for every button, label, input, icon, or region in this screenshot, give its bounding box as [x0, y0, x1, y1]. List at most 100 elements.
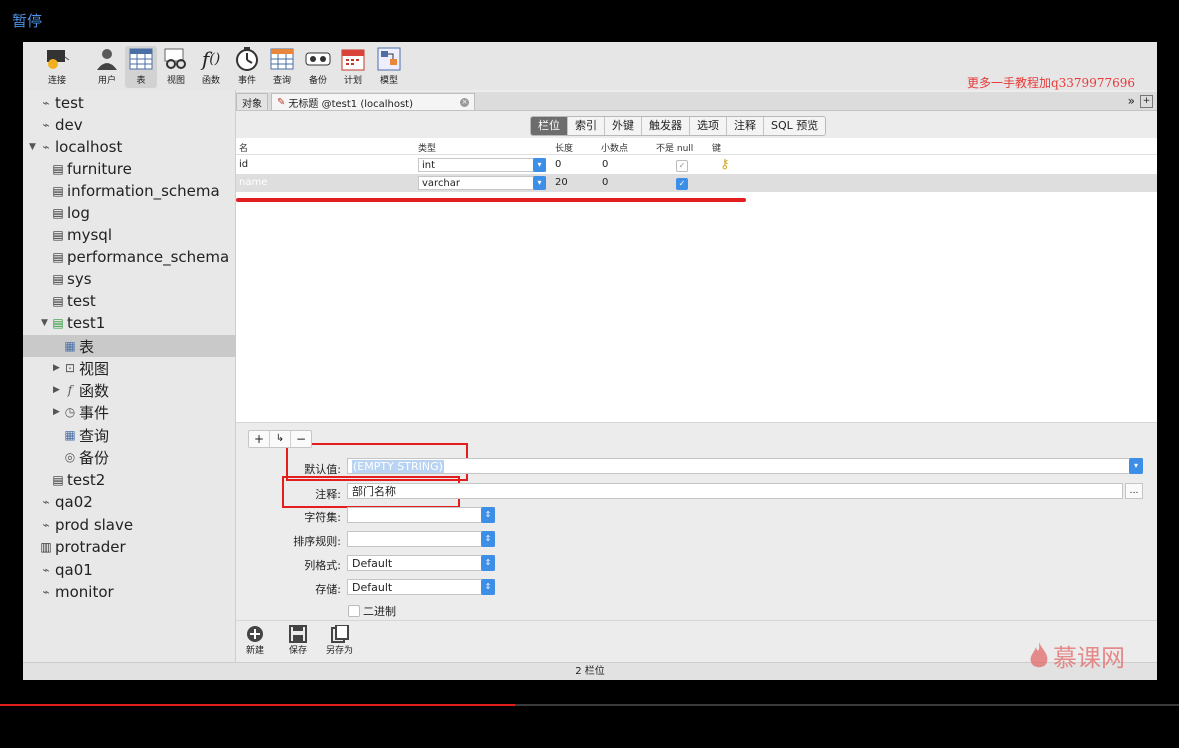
column-header-length[interactable]: 长度: [555, 141, 573, 154]
toolbar-model-button[interactable]: 模型: [373, 46, 405, 88]
sidebar-item-protrader[interactable]: ▥ protrader: [23, 536, 251, 558]
sidebar-item-performance-schema[interactable]: ▤ performance_schema: [23, 246, 263, 268]
table-row[interactable]: id int ▾ 0 0 ✓ ⚷: [236, 156, 1157, 174]
column-header-decimals[interactable]: 小数点: [601, 141, 628, 154]
toolbar-table-button[interactable]: 表: [125, 46, 157, 88]
tab-foreign-keys[interactable]: 外键: [605, 117, 642, 135]
sidebar-item-qa01[interactable]: ⌁ qa01: [23, 559, 251, 581]
not-null-checkbox[interactable]: ✓: [676, 160, 688, 172]
save-as-button[interactable]: 另存为: [326, 625, 353, 656]
chevron-down-icon[interactable]: ▼: [41, 318, 51, 328]
new-button[interactable]: 新建: [246, 625, 264, 656]
database-icon: ▤: [52, 228, 64, 242]
toolbar-event-button[interactable]: 事件: [231, 46, 263, 88]
sidebar-item-information-schema[interactable]: ▤ information_schema: [23, 180, 263, 202]
sidebar-item-test2[interactable]: ▤ test2: [23, 469, 263, 491]
view-icon: ⊡: [64, 361, 76, 375]
toolbar-backup-button[interactable]: 备份: [302, 46, 334, 88]
event-icon: [234, 46, 260, 72]
sidebar-item-label: qa02: [55, 493, 93, 511]
field-type-select[interactable]: int ▾: [418, 158, 546, 172]
field-name[interactable]: name: [239, 177, 267, 188]
sidebar-item-label: 事件: [79, 403, 110, 422]
add-field-button[interactable]: +: [249, 431, 270, 447]
sidebar-item-prod-slave[interactable]: ⌁ prod slave: [23, 514, 251, 536]
storage-select[interactable]: Default ⇕: [347, 579, 495, 595]
field-decimals[interactable]: 0: [602, 159, 608, 170]
toolbar-connection-button[interactable]: 连接: [37, 46, 77, 88]
new-tab-icon[interactable]: +: [1140, 95, 1153, 108]
tab-bar: 对象 ✎ 无标题 @test1 (localhost) × » +: [236, 92, 1157, 111]
tab-fields[interactable]: 栏位: [531, 117, 568, 135]
toolbar-query-button[interactable]: 查询: [266, 46, 298, 88]
default-value-input[interactable]: (EMPTY STRING) ▾: [347, 458, 1143, 474]
tab-overflow-button[interactable]: »: [1128, 93, 1135, 109]
sidebar-item-mysql[interactable]: ▤ mysql: [23, 224, 263, 246]
sidebar-item-test1[interactable]: ▼ ▤ test1: [23, 312, 253, 334]
comment-label: 注释:: [315, 488, 341, 501]
table-row[interactable]: name varchar ▾ 20 0 ✓: [236, 174, 1157, 192]
tab-triggers[interactable]: 触发器: [642, 117, 690, 135]
chevron-down-icon[interactable]: ▾: [1129, 458, 1143, 474]
sidebar-item-label: 表: [79, 337, 95, 356]
chevron-down-icon[interactable]: ▼: [29, 142, 39, 152]
field-type-select[interactable]: varchar ▾: [418, 176, 546, 190]
column-header-key[interactable]: 键: [712, 141, 721, 154]
toolbar-schedule-button[interactable]: 计划: [337, 46, 369, 88]
tab-untitled-table[interactable]: ✎ 无标题 @test1 (localhost) ×: [271, 93, 475, 110]
chevron-right-icon[interactable]: ▶: [53, 385, 63, 395]
sidebar-item-functions[interactable]: ▶ f 函数: [23, 379, 265, 401]
toolbar-label: 用户: [97, 76, 116, 86]
charset-select[interactable]: ⇕: [347, 507, 495, 523]
sidebar-item-log[interactable]: ▤ log: [23, 202, 263, 224]
sidebar-item-sys[interactable]: ▤ sys: [23, 268, 263, 290]
sidebar-item-dev[interactable]: ⌁ dev: [23, 114, 251, 136]
sidebar-item-events[interactable]: ▶ ◷ 事件: [23, 401, 265, 423]
sidebar-item-label: 视图: [79, 359, 110, 378]
binary-checkbox[interactable]: [348, 605, 360, 617]
tab-objects[interactable]: 对象: [236, 93, 268, 110]
insert-field-button[interactable]: ↳: [270, 431, 291, 447]
close-icon[interactable]: ×: [460, 97, 469, 107]
tab-comment[interactable]: 注释: [727, 117, 764, 135]
column-format-select[interactable]: Default ⇕: [347, 555, 495, 571]
toolbar-user-button[interactable]: 用户: [91, 46, 123, 88]
comment-input[interactable]: 部门名称: [347, 483, 1123, 499]
toolbar-function-button[interactable]: f() 函数: [195, 46, 227, 88]
chevron-right-icon[interactable]: ▶: [53, 363, 63, 373]
primary-key-icon[interactable]: ⚷: [720, 157, 730, 172]
column-header-name[interactable]: 名: [239, 141, 248, 154]
sidebar-item-label: furniture: [67, 160, 132, 178]
collation-select[interactable]: ⇕: [347, 531, 495, 547]
comment-value-text: 部门名称: [352, 485, 396, 498]
video-progress-bar[interactable]: [0, 704, 1179, 706]
sidebar-item-qa02[interactable]: ⌁ qa02: [23, 491, 251, 513]
connection-icon: ⌁: [42, 495, 50, 509]
database-icon: ▤: [52, 272, 64, 286]
column-header-type[interactable]: 类型: [418, 141, 436, 154]
chevron-down-icon: ▾: [533, 176, 546, 190]
tab-sql-preview[interactable]: SQL 预览: [764, 117, 826, 135]
sidebar-item-localhost[interactable]: ▼ ⌁ localhost: [23, 136, 241, 158]
not-null-checkbox[interactable]: ✓: [676, 178, 688, 190]
tab-options[interactable]: 选项: [690, 117, 727, 135]
sidebar-item-views[interactable]: ▶ ⊡ 视图: [23, 357, 265, 379]
field-length[interactable]: 0: [555, 159, 561, 170]
pause-label[interactable]: 暂停: [12, 10, 42, 31]
column-header-not-null[interactable]: 不是 null: [656, 141, 693, 154]
field-decimals[interactable]: 0: [602, 177, 608, 188]
save-button[interactable]: 保存: [289, 625, 307, 656]
chevron-right-icon[interactable]: ▶: [53, 407, 63, 417]
tab-indexes[interactable]: 索引: [568, 117, 605, 135]
toolbar-view-button[interactable]: 视图: [160, 46, 192, 88]
field-name[interactable]: id: [239, 159, 248, 170]
sidebar-item-label: localhost: [55, 138, 123, 156]
remove-field-button[interactable]: −: [291, 431, 311, 447]
field-length[interactable]: 20: [555, 177, 568, 188]
sidebar-item-test-db[interactable]: ▤ test: [23, 290, 263, 312]
sidebar-item-monitor[interactable]: ⌁ monitor: [23, 581, 251, 603]
sidebar-item-furniture[interactable]: ▤ furniture: [23, 158, 263, 180]
comment-more-button[interactable]: …: [1125, 483, 1143, 499]
sidebar-item-test[interactable]: ⌁ test: [23, 92, 251, 114]
save-as-label: 另存为: [326, 646, 354, 656]
